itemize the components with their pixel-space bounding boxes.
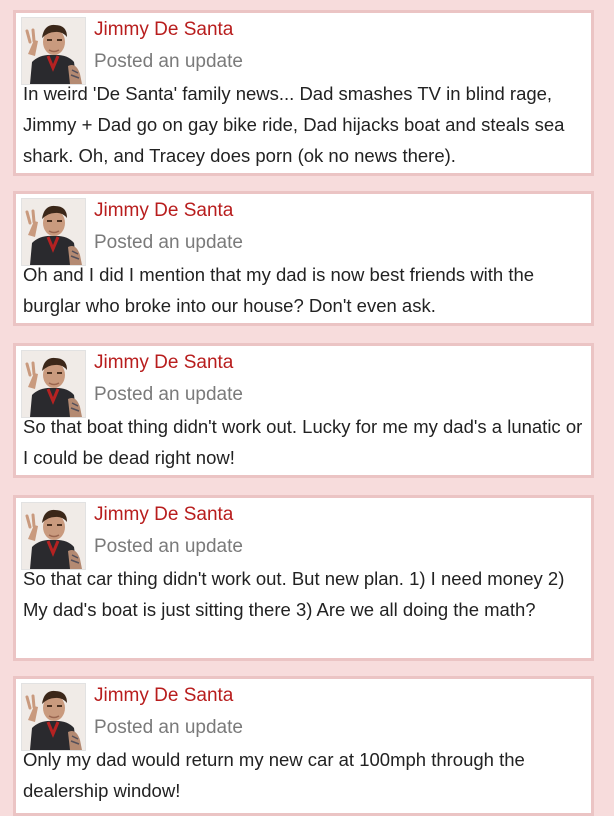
avatar-image bbox=[22, 351, 85, 417]
post-author[interactable]: Jimmy De Santa bbox=[94, 17, 233, 43]
post-text: So that car thing didn't work out. But n… bbox=[23, 568, 565, 620]
post-action: Posted an update bbox=[94, 384, 243, 405]
post-author[interactable]: Jimmy De Santa bbox=[94, 502, 233, 528]
post-action: Posted an update bbox=[94, 536, 243, 557]
post-text: Only my dad would return my new car at 1… bbox=[23, 749, 525, 801]
avatar[interactable] bbox=[21, 683, 86, 751]
avatar-image bbox=[22, 684, 85, 750]
post-card: Jimmy De Santa Posted an update Oh and I… bbox=[13, 191, 594, 326]
post-text: In weird 'De Santa' family news... Dad s… bbox=[23, 83, 565, 166]
post-card: Jimmy De Santa Posted an update So that … bbox=[13, 343, 594, 478]
post-author[interactable]: Jimmy De Santa bbox=[94, 350, 233, 376]
post-card: Jimmy De Santa Posted an update Only my … bbox=[13, 676, 594, 816]
avatar[interactable] bbox=[21, 350, 86, 418]
post-action: Posted an update bbox=[94, 232, 243, 253]
post-author[interactable]: Jimmy De Santa bbox=[94, 683, 233, 709]
post-card: Jimmy De Santa Posted an update In weird… bbox=[13, 10, 594, 176]
activity-feed: Jimmy De Santa Posted an update In weird… bbox=[0, 0, 614, 816]
post-author[interactable]: Jimmy De Santa bbox=[94, 198, 233, 224]
post-text: So that boat thing didn't work out. Luck… bbox=[23, 416, 583, 468]
post-text: Oh and I did I mention that my dad is no… bbox=[23, 264, 535, 316]
post-card: Jimmy De Santa Posted an update So that … bbox=[13, 495, 594, 661]
avatar-image bbox=[22, 199, 85, 265]
post-action: Posted an update bbox=[94, 51, 243, 72]
avatar-image bbox=[22, 503, 85, 569]
avatar[interactable] bbox=[21, 17, 86, 85]
avatar[interactable] bbox=[21, 502, 86, 570]
avatar[interactable] bbox=[21, 198, 86, 266]
avatar-image bbox=[22, 18, 85, 84]
post-action: Posted an update bbox=[94, 717, 243, 738]
